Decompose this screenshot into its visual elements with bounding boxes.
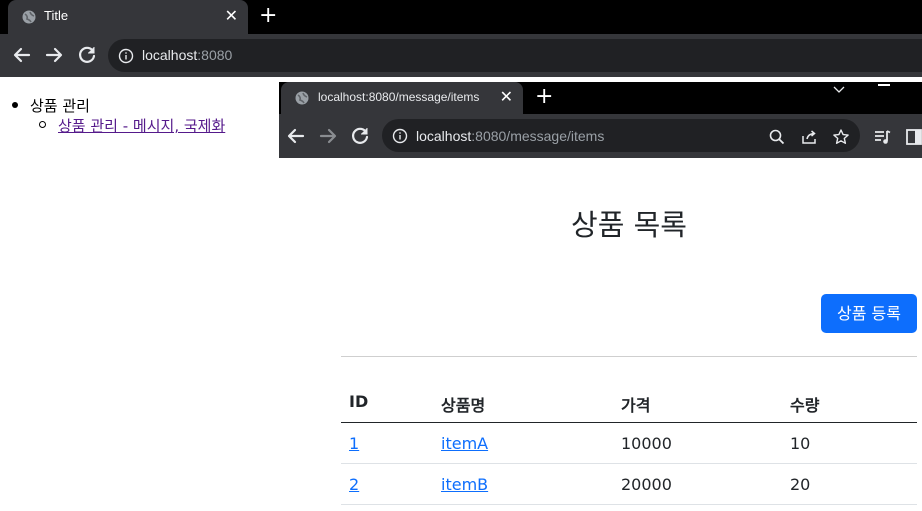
table-header-row: ID 상품명 가격 수량 [341,382,917,423]
back-icon[interactable] [10,43,34,67]
list-item-label: 상품 관리 [30,97,90,115]
bullet-icon [12,102,18,108]
address-bar[interactable]: localhost:8080/message/items [382,119,860,152]
items-table: ID 상품명 가격 수량 1 itemA 10000 10 2 itemB 20… [341,382,917,505]
address-text: localhost:8080/message/items [416,128,604,144]
cell-id: 2 [349,475,359,494]
forward-icon[interactable] [42,43,66,67]
back-icon[interactable] [284,124,308,148]
address-text: localhost:8080 [142,47,232,63]
cell-name: itemB [441,475,488,494]
forward-icon[interactable] [316,124,340,148]
toolbar: localhost:8080 [0,34,922,77]
divider [341,356,917,357]
address-host: localhost [416,128,472,144]
info-icon[interactable] [392,128,408,144]
minimize-icon[interactable] [878,84,890,86]
header-quantity: 수량 [790,396,820,415]
header-id: ID [349,392,369,411]
address-bar[interactable]: localhost:8080 [108,39,922,72]
cell-price: 20000 [621,475,672,494]
reload-icon[interactable] [348,124,372,148]
tab-title[interactable]: Title ✕ [8,0,248,34]
cell-quantity: 10 [790,434,811,453]
tab-label: localhost:8080/message/items [318,90,480,104]
share-icon[interactable] [800,128,818,146]
item-id-link[interactable]: 1 [349,434,359,453]
address-port: :8080 [197,47,233,63]
address-path: :8080/message/items [471,128,605,144]
cell-quantity: 20 [790,475,811,494]
register-item-button[interactable]: 상품 등록 [821,294,917,333]
message-i18n-link[interactable]: 상품 관리 - 메시지, 국제화 [58,117,225,135]
list-item: 상품 관리 [12,95,90,116]
table-row: 1 itemA 10000 10 [341,423,917,464]
reload-icon[interactable] [75,43,99,67]
page-content: 상품 목록 상품 등록 ID 상품명 가격 수량 1 itemA 10000 1… [279,158,922,511]
globe-icon [22,10,36,24]
globe-icon [295,91,309,105]
tab-items[interactable]: localhost:8080/message/items ✕ [281,82,523,114]
header-name: 상품명 [441,396,486,415]
page-title: 상품 목록 [571,208,687,242]
close-icon[interactable]: ✕ [500,88,513,106]
new-tab-icon[interactable]: + [259,4,277,28]
item-name-link[interactable]: itemA [441,434,488,453]
table-row: 2 itemB 20000 20 [341,464,917,505]
tab-strip: Title ✕ + [0,0,922,34]
new-tab-icon[interactable]: + [535,85,553,109]
item-name-link[interactable]: itemB [441,475,488,494]
menu-list: 상품 관리 [12,95,90,116]
browser-window-front: localhost:8080/message/items ✕ + localho… [279,82,922,511]
search-icon[interactable] [768,128,786,146]
sub-list-item: 상품 관리 - 메시지, 국제화 [39,115,225,136]
close-icon[interactable]: ✕ [225,7,238,25]
tab-strip: localhost:8080/message/items ✕ + [279,82,922,114]
circle-bullet-icon [39,121,46,128]
header-price: 가격 [621,396,651,415]
tab-label: Title [44,8,69,23]
cell-price: 10000 [621,434,672,453]
star-icon[interactable] [832,128,850,146]
toolbar: localhost:8080/message/items [279,114,922,158]
cell-name: itemA [441,434,488,453]
reading-list-icon[interactable] [874,128,892,146]
tab-search-icon[interactable] [832,85,846,95]
info-icon[interactable] [118,48,134,64]
cell-id: 1 [349,434,359,453]
item-id-link[interactable]: 2 [349,475,359,494]
side-panel-icon[interactable] [905,128,922,146]
address-host: localhost [142,47,198,63]
